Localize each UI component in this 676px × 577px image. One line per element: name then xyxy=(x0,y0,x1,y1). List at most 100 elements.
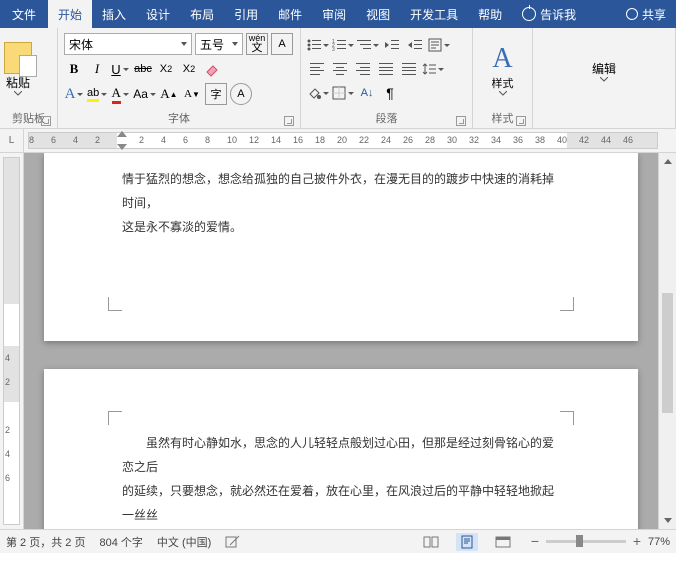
numbering-icon: 123 xyxy=(332,39,346,51)
strikethrough-button[interactable]: abc xyxy=(133,59,153,79)
body-text[interactable]: 情于猛烈的想念，想念给孤独的自己披件外衣，在漫无目的的踱步中快速的消耗掉时间， xyxy=(122,167,560,215)
body-text[interactable]: 虽然有时心静如水，思念的人儿轻轻点般划过心田，但那是经过刻骨铭心的爱恋之后 xyxy=(122,431,560,479)
align-right-button[interactable] xyxy=(353,59,373,79)
italic-button[interactable]: I xyxy=(87,59,107,79)
language-indicator[interactable]: 中文 (中国) xyxy=(157,534,211,550)
phonetic-guide-button[interactable]: wén文 xyxy=(246,33,268,55)
zoom-knob[interactable] xyxy=(576,535,583,547)
chevron-down-icon xyxy=(664,518,672,523)
zoom-out-button[interactable]: − xyxy=(528,535,542,549)
multilevel-button[interactable] xyxy=(357,35,379,55)
align-left-icon xyxy=(310,63,324,75)
share-button[interactable]: 共享 xyxy=(616,6,676,23)
first-line-indent-icon[interactable] xyxy=(117,131,127,137)
align-justify-icon xyxy=(379,63,393,75)
body-text[interactable]: 的延续，只要想念，就必然还在爱着，放在心里，在风浪过后的平静中轻轻地掀起一丝丝 xyxy=(122,479,560,527)
line-spacing-button[interactable] xyxy=(422,59,444,79)
tell-me[interactable]: 告诉我 xyxy=(512,0,586,28)
body-text[interactable]: 这是永不寡淡的爱情。 xyxy=(122,215,560,239)
increase-indent-button[interactable] xyxy=(405,35,425,55)
vertical-scrollbar[interactable] xyxy=(658,153,676,529)
decrease-indent-button[interactable] xyxy=(382,35,402,55)
tab-developer[interactable]: 开发工具 xyxy=(400,0,468,28)
read-mode-button[interactable] xyxy=(420,533,442,551)
scroll-thumb[interactable] xyxy=(662,293,673,413)
page-icon xyxy=(460,535,474,549)
tab-view[interactable]: 视图 xyxy=(356,0,400,28)
asian-layout-button[interactable] xyxy=(428,35,450,55)
numbering-button[interactable]: 123 xyxy=(332,35,354,55)
horizontal-ruler[interactable]: 8642246810121416182022242628303234363840… xyxy=(28,132,658,149)
change-case-button[interactable]: Aa xyxy=(133,84,156,104)
superscript-button[interactable]: X2 xyxy=(179,59,199,79)
crop-mark-icon xyxy=(560,411,574,425)
borders-icon xyxy=(332,86,346,100)
shrink-font-button[interactable]: A▼ xyxy=(182,84,202,104)
align-justify-button[interactable] xyxy=(376,59,396,79)
underline-button[interactable]: U xyxy=(110,59,130,79)
bold-button[interactable]: B xyxy=(64,59,84,79)
grow-font-button[interactable]: A▲ xyxy=(159,84,179,104)
dialog-launcher-icon[interactable] xyxy=(41,116,51,126)
subscript-button[interactable]: X2 xyxy=(156,59,176,79)
editing-button[interactable]: 编辑 xyxy=(592,60,616,82)
page-indicator[interactable]: 第 2 页，共 2 页 xyxy=(6,534,85,550)
print-layout-button[interactable] xyxy=(456,533,478,551)
paste-button[interactable]: 粘贴 xyxy=(4,42,32,96)
font-color-button[interactable]: A xyxy=(110,84,130,104)
bullets-icon xyxy=(307,39,321,51)
borders-button[interactable] xyxy=(332,83,354,103)
tab-insert[interactable]: 插入 xyxy=(92,0,136,28)
tab-selector[interactable]: L xyxy=(0,129,24,152)
tab-references[interactable]: 引用 xyxy=(224,0,268,28)
web-layout-button[interactable] xyxy=(492,533,514,551)
align-left-button[interactable] xyxy=(307,59,327,79)
body-text[interactable]: 波澜，我永远记得你，你还好吗？ xyxy=(122,527,560,529)
zoom-in-button[interactable]: + xyxy=(630,535,644,549)
chevron-down-icon xyxy=(499,91,507,96)
highlight-button[interactable]: ab xyxy=(87,84,107,104)
bullets-button[interactable] xyxy=(307,35,329,55)
zoom-slider[interactable] xyxy=(546,540,626,543)
show-marks-button[interactable]: ¶ xyxy=(380,83,400,103)
vertical-ruler[interactable]: 42246 xyxy=(0,153,24,529)
ruler-horizontal-area: L 86422468101214161820222426283032343638… xyxy=(0,129,676,153)
clear-formatting-button[interactable] xyxy=(202,59,222,79)
font-size-combo[interactable]: 五号 xyxy=(195,33,243,55)
align-center-icon xyxy=(333,63,347,75)
word-count[interactable]: 804 个字 xyxy=(99,534,142,550)
tab-review[interactable]: 审阅 xyxy=(312,0,356,28)
scroll-up-button[interactable] xyxy=(659,153,676,169)
tab-home[interactable]: 开始 xyxy=(48,0,92,28)
page-2[interactable]: 虽然有时心静如水，思念的人儿轻轻点般划过心田，但那是经过刻骨铭心的爱恋之后 的延… xyxy=(44,369,638,529)
scroll-down-button[interactable] xyxy=(659,169,676,185)
align-distribute-button[interactable] xyxy=(399,59,419,79)
dialog-launcher-icon[interactable] xyxy=(516,116,526,126)
styles-button[interactable]: A xyxy=(492,43,512,75)
hanging-indent-icon[interactable] xyxy=(117,144,127,150)
page-1[interactable]: 情于猛烈的想念，想念给孤独的自己披件外衣，在漫无目的的踱步中快速的消耗掉时间， … xyxy=(44,153,638,341)
shading-button[interactable] xyxy=(307,83,329,103)
group-styles-label: 样式 xyxy=(492,113,514,125)
char-shading-button[interactable]: 字 xyxy=(205,83,227,105)
tab-mailings[interactable]: 邮件 xyxy=(268,0,312,28)
align-right-icon xyxy=(356,63,370,75)
pages-viewport[interactable]: 情于猛烈的想念，想念给孤独的自己披件外衣，在漫无目的的踱步中快速的消耗掉时间， … xyxy=(24,153,658,529)
sort-button[interactable]: A↓ xyxy=(357,83,377,103)
file-menu[interactable]: 文件 xyxy=(0,0,48,28)
tab-help[interactable]: 帮助 xyxy=(468,0,512,28)
enclosed-char-button[interactable]: A xyxy=(230,83,252,105)
group-editing: 编辑 xyxy=(533,28,676,128)
tab-layout[interactable]: 布局 xyxy=(180,0,224,28)
font-name-combo[interactable]: 宋体 xyxy=(64,33,192,55)
document-area: 42246 情于猛烈的想念，想念给孤独的自己披件外衣，在漫无目的的踱步中快速的消… xyxy=(0,153,676,529)
zoom-value[interactable]: 77% xyxy=(648,536,670,548)
text-effects-button[interactable]: A xyxy=(64,84,84,104)
dialog-launcher-icon[interactable] xyxy=(456,116,466,126)
char-border-button[interactable]: A xyxy=(271,33,293,55)
ribbon: 粘贴 剪贴板 宋体 五号 wén文 A B I U abc X2 X2 xyxy=(0,28,676,129)
track-changes-icon[interactable] xyxy=(225,535,241,549)
tab-design[interactable]: 设计 xyxy=(136,0,180,28)
align-center-button[interactable] xyxy=(330,59,350,79)
dialog-launcher-icon[interactable] xyxy=(284,116,294,126)
